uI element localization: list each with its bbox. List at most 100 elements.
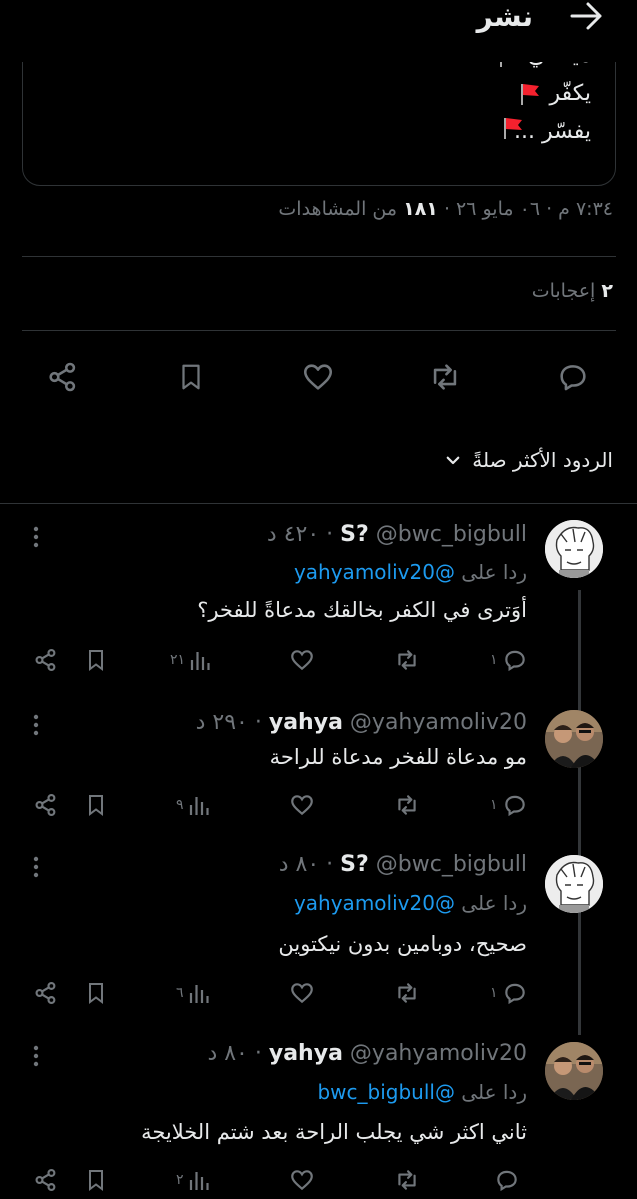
reply-text: ثاني اكثر شي يجلب الراحة بعد شتم الخلايج… [141,1120,527,1144]
like-button[interactable] [298,357,338,397]
avatar[interactable] [545,710,603,768]
analytics-icon [189,648,211,672]
likes-label: إعجابات [531,280,596,302]
replies-sort-dropdown[interactable]: الردود الأكثر صلةً [444,448,613,472]
more-options-button[interactable] [26,1041,46,1071]
like-button[interactable] [289,791,315,819]
repost-button[interactable] [393,791,421,819]
heart-icon [301,360,335,394]
avatar[interactable] [545,855,603,913]
share-button[interactable] [43,357,83,397]
bookmark-icon [176,360,206,394]
quoted-line: يكفّر [516,79,591,109]
more-vertical-icon [26,852,46,882]
reply-button[interactable]: ١ [490,646,528,674]
reply-time: · ٨٠ د [278,852,334,877]
reply-count: ١ [490,652,498,668]
share-button[interactable] [33,646,59,674]
share-button[interactable] [33,1166,59,1194]
top-bar: نشر [0,0,637,62]
repost-button[interactable] [393,979,421,1007]
divider [22,256,616,257]
reply-button[interactable]: ١ [490,791,528,819]
post-meta: ٧:٣٤ م · ٠٦ مايو ٢٦ · ١٨١ من المشاهدات [278,198,613,220]
bookmark-button[interactable] [84,979,108,1007]
like-button[interactable] [289,979,315,1007]
post-date: ٠٦ مايو ٢٦ [456,198,541,220]
more-options-button[interactable] [26,852,46,882]
more-options-button[interactable] [26,710,46,740]
repost-icon [393,1167,421,1193]
views-button[interactable]: ٦ [176,979,210,1007]
bookmark-icon [84,647,108,673]
views-button[interactable]: ٢ [176,1166,210,1194]
bookmark-button[interactable] [171,357,211,397]
reply-icon [502,792,528,818]
arrow-right-icon [570,1,604,31]
replying-to: ردا على @yahyamoliv20 [294,891,527,915]
repost-icon [393,980,421,1006]
reply-header: yahya @yahyamoliv20 · ٨٠ د [207,1041,527,1066]
author-handle[interactable]: @bwc_bigbull [376,522,527,547]
bookmark-button[interactable] [84,791,108,819]
likes-link[interactable]: ٢ إعجابات [532,280,613,302]
reply-time: · ٢٩٠ د [195,710,262,735]
more-vertical-icon [26,1041,46,1071]
author-name[interactable]: yahya [269,710,343,735]
reply-button[interactable] [490,1166,520,1194]
author-handle[interactable]: @bwc_bigbull [376,852,527,877]
share-icon [46,360,80,394]
author-name[interactable]: yahya [269,1041,343,1066]
share-icon [33,792,59,818]
reply-count: ١ [490,797,498,813]
reply-header: S? @bwc_bigbull · ٨٠ د [279,852,527,877]
reply-time: · ٨٠ د [207,1041,262,1066]
post-time: ٧:٣٤ م [558,198,613,220]
author-handle[interactable]: @yahyamoliv20 [350,1041,527,1066]
share-button[interactable] [33,791,59,819]
share-button[interactable] [33,979,59,1007]
author-name[interactable]: S? [340,852,369,877]
mention-link[interactable]: @bwc_bigbull [317,1080,454,1104]
reply-button[interactable] [553,357,593,397]
views-count: ١٨١ [403,198,438,220]
more-options-button[interactable] [26,522,46,552]
views-button[interactable]: ٢١ [170,646,211,674]
mention-link[interactable]: @yahyamoliv20 [294,560,455,584]
author-name[interactable]: S? [340,522,369,547]
reply-icon [502,980,528,1006]
divider [22,330,616,331]
repost-button[interactable] [393,646,421,674]
replying-to-label: ردا على [461,560,527,584]
avatar[interactable] [545,1042,603,1100]
bookmark-button[interactable] [84,1166,108,1194]
replying-to-label: ردا على [461,891,527,915]
views-button[interactable]: ٩ [176,791,210,819]
repost-button[interactable] [425,357,465,397]
bookmark-button[interactable] [84,646,108,674]
reply-icon [556,360,590,394]
reply-text: مو مدعاة للفخر مدعاة للراحة [269,745,527,769]
mention-link[interactable]: @yahyamoliv20 [294,891,455,915]
replying-to: ردا على @bwc_bigbull [317,1080,527,1104]
repost-icon [427,360,463,394]
heart-icon [289,792,315,818]
reply-count: ١ [490,985,498,1001]
heart-icon [289,647,315,673]
analytics-icon [188,793,210,817]
replying-to-label: ردا على [461,1080,527,1104]
reply-time: · ٤٢٠ د [266,522,334,547]
reply-text: أوَترى في الكفر بخالقك مدعاةً للفخر؟ [197,598,527,622]
heart-icon [289,1167,315,1193]
like-button[interactable] [289,646,315,674]
back-button[interactable] [567,0,607,32]
replies-sort-label: الردود الأكثر صلةً [472,448,613,472]
reply-button[interactable]: ١ [490,979,528,1007]
replying-to: ردا على @yahyamoliv20 [294,560,527,584]
avatar[interactable] [545,520,603,578]
like-button[interactable] [289,1166,315,1194]
author-handle[interactable]: @yahyamoliv20 [350,710,527,735]
red-flag-icon [499,115,525,141]
red-flag-icon [516,81,542,107]
repost-button[interactable] [393,1166,421,1194]
